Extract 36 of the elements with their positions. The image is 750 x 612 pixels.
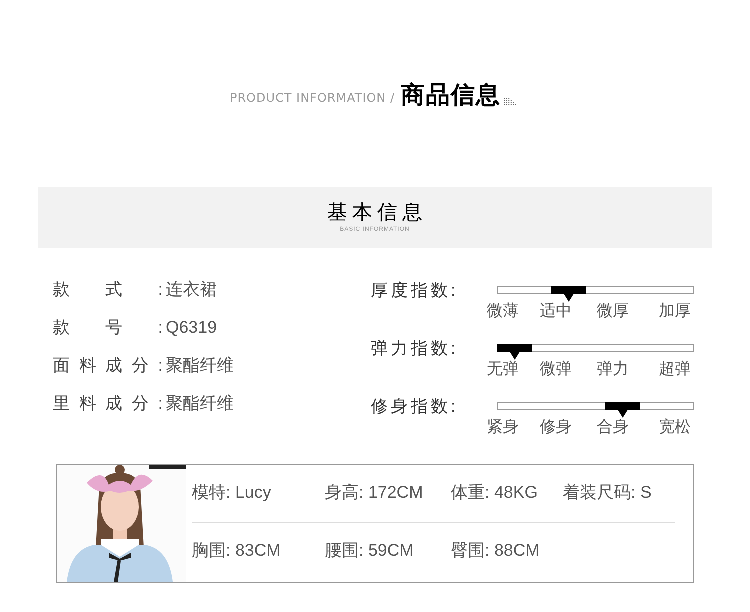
pointer-icon [564, 294, 574, 302]
model-measurement: 身高: 172CM [325, 482, 424, 504]
attribute-label: 里料成分: [53, 393, 163, 416]
attribute-value: 聚酯纤维 [166, 393, 234, 416]
model-measurement: 臀围: 88CM [451, 540, 540, 562]
scale-option: 微厚 [597, 301, 629, 323]
scale-option: 合身 [597, 417, 629, 439]
attribute-label: 面料成分: [53, 355, 163, 378]
model-measurement: 腰围: 59CM [325, 540, 414, 562]
scale-option: 微薄 [487, 301, 519, 323]
attribute-value: Q6319 [166, 317, 218, 340]
attribute-label: 款式: [53, 279, 163, 302]
index-label: 修身指数: [371, 396, 460, 418]
index-label: 厚度指数: [371, 280, 460, 302]
attribute-value: 聚酯纤维 [166, 355, 234, 378]
scale-option: 紧身 [487, 417, 519, 439]
model-measurement: 着装尺码: S [563, 482, 652, 504]
scale-option: 修身 [540, 417, 572, 439]
scale-option: 加厚 [659, 301, 691, 323]
scale-option: 超弹 [659, 359, 691, 381]
header-title: 商品信息 [401, 82, 502, 110]
model-measurement: 体重: 48KG [451, 482, 538, 504]
scale-option: 无弹 [487, 359, 519, 381]
scale-option: 微弹 [540, 359, 572, 381]
attribute-label: 款号: [53, 317, 163, 340]
pointer-icon [510, 352, 520, 360]
section-title: 基本信息 [326, 201, 428, 225]
pointer-icon [618, 410, 628, 418]
scale-option: 弹力 [597, 359, 629, 381]
scale-option: 适中 [540, 301, 572, 323]
scale-option: 宽松 [659, 417, 691, 439]
model-measurement: 模特: Lucy [192, 482, 272, 504]
index-label: 弹力指数: [371, 338, 460, 360]
header-subtitle: PRODUCT INFORMATION / [230, 90, 396, 107]
model-measurement: 胸围: 83CM [192, 540, 281, 562]
attribute-value: 连衣裙 [166, 279, 217, 302]
